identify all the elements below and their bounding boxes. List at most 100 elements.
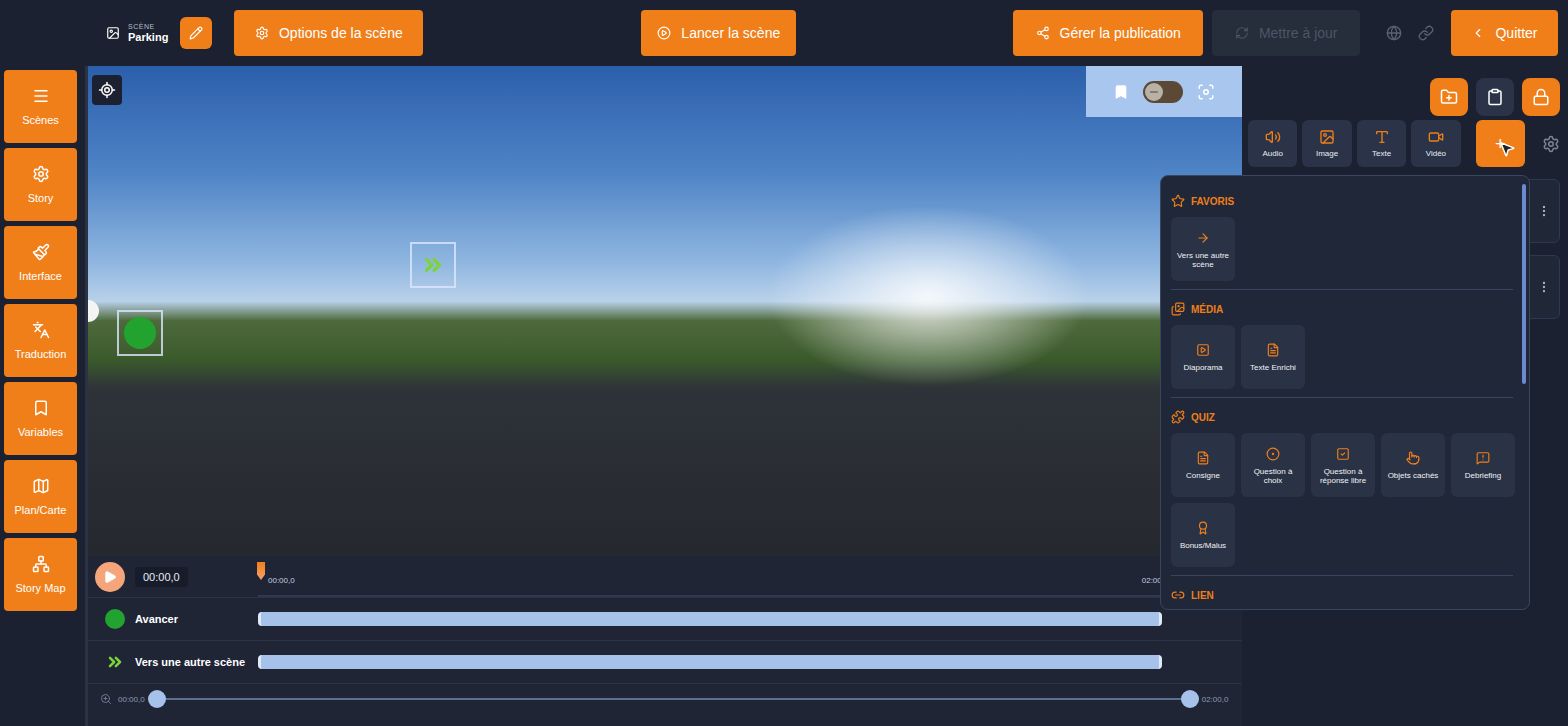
gear-icon xyxy=(1542,135,1560,153)
tile-icon xyxy=(1196,231,1210,245)
mouse-pointer-icon xyxy=(1498,140,1516,158)
cursor-icon xyxy=(1498,140,1516,158)
menu-tile[interactable]: Question à réponse libre xyxy=(1311,433,1375,497)
tile-icon xyxy=(1196,451,1210,465)
panorama-viewer[interactable] xyxy=(88,66,1242,556)
sidebar: ScènesStoryInterfaceTraductionVariablesP… xyxy=(0,66,88,726)
hotspot[interactable] xyxy=(410,242,456,288)
track-label[interactable]: Vers une autre scène xyxy=(88,652,258,672)
tool-icon-wrap xyxy=(1374,129,1390,145)
quit-button[interactable]: Quitter xyxy=(1451,10,1558,56)
tool-button[interactable]: Image xyxy=(1302,120,1351,167)
map-view-icon[interactable] xyxy=(1113,84,1129,100)
top-button[interactable]: Options de la scène xyxy=(234,10,423,56)
track-bar[interactable] xyxy=(258,655,1162,669)
play-button[interactable] xyxy=(95,562,125,592)
track-label[interactable]: Avancer xyxy=(88,609,258,629)
compass-button[interactable] xyxy=(92,75,122,105)
play-icon xyxy=(103,570,117,584)
menu-tile[interactable]: Vers une autre scène xyxy=(1171,217,1235,281)
chevron-left-icon xyxy=(1471,26,1485,40)
time-ruler[interactable]: 00:00,002:00, xyxy=(258,556,1162,597)
chevrons-right-icon xyxy=(105,652,125,672)
menu-tile[interactable]: Debriefing xyxy=(1451,433,1515,497)
tool-row: AudioImageTexteVidéo + xyxy=(1248,120,1560,167)
lock-button[interactable] xyxy=(1522,78,1560,116)
menu-tile[interactable]: Diaporama xyxy=(1171,325,1235,389)
edit-button[interactable] xyxy=(180,17,212,49)
timeline-track: Avancer xyxy=(88,598,1242,641)
top-bar: SCÈNEParking Options de la scène Lancer la… xyxy=(0,0,1568,66)
settings-button[interactable] xyxy=(1542,135,1560,153)
tile-icon xyxy=(1266,447,1280,461)
track-bar[interactable] xyxy=(258,612,1162,626)
compass-icon xyxy=(98,81,116,99)
switch-knob xyxy=(1145,83,1163,101)
menu-tile[interactable]: Question à choix xyxy=(1241,433,1305,497)
tool-icon xyxy=(1428,129,1444,145)
clipboard-button[interactable] xyxy=(1476,78,1514,116)
kebab-icon[interactable] xyxy=(1537,280,1551,294)
tile-icon xyxy=(1266,343,1280,357)
tool-icon-wrap xyxy=(1265,129,1281,145)
kebab-icon[interactable] xyxy=(1537,204,1551,218)
sidebar-item[interactable]: Variables xyxy=(4,382,77,455)
app-window: SCÈNEParking Options de la scène Lancer la… xyxy=(0,0,1568,726)
sidebar-item[interactable]: Story Map xyxy=(4,538,77,611)
view-switch[interactable] xyxy=(1143,81,1183,103)
top-button[interactable]: Lancer la scène xyxy=(641,10,796,56)
timeline-header: 00:00,000:00,002:00, xyxy=(88,556,1242,598)
tile-icon xyxy=(1476,451,1490,465)
tile-icon xyxy=(1406,451,1420,465)
clipboard-icon xyxy=(1486,88,1504,106)
sidebar-item[interactable]: Interface xyxy=(4,226,77,299)
section-title: QUIZ xyxy=(1171,410,1513,424)
menu-section: QUIZ ConsigneQuestion à choixQuestion à r… xyxy=(1171,404,1513,576)
edge-marker[interactable] xyxy=(88,300,99,322)
section-icon xyxy=(1171,194,1185,208)
menu-tile[interactable]: Objets cachés xyxy=(1381,433,1445,497)
sidebar-item[interactable]: Traduction xyxy=(4,304,77,377)
sidebar-item[interactable]: Story xyxy=(4,148,77,221)
section-title: FAVORIS xyxy=(1171,194,1513,208)
hotspot[interactable] xyxy=(117,310,163,356)
track-lane xyxy=(258,655,1162,669)
menu-tile[interactable]: Texte Enrichi xyxy=(1241,325,1305,389)
tool-button[interactable]: Audio xyxy=(1248,120,1297,167)
playhead[interactable] xyxy=(257,562,265,580)
zoom-slider[interactable] xyxy=(157,698,1190,700)
focus-icon[interactable] xyxy=(1197,83,1215,101)
section-icon xyxy=(1171,302,1185,316)
hotspot-dot xyxy=(124,317,156,349)
zoom-icon xyxy=(100,693,112,705)
image-icon xyxy=(106,26,120,40)
tool-button[interactable]: Texte xyxy=(1357,120,1406,167)
tile-icon xyxy=(1196,343,1210,357)
zoom-handle[interactable] xyxy=(1181,690,1199,708)
menu-tile[interactable]: Bonus/Malus xyxy=(1171,503,1235,567)
menu-tile[interactable]: Consigne xyxy=(1171,433,1235,497)
scene-title: SCÈNEParking xyxy=(128,23,168,44)
track-lane xyxy=(258,612,1162,626)
sidebar-item[interactable]: Plan/Carte xyxy=(4,460,77,533)
pencil-icon xyxy=(189,26,203,40)
sidebar-item-icon xyxy=(32,399,50,417)
add-folder-button[interactable] xyxy=(1430,78,1468,116)
tile-grid: DiaporamaTexte Enrichi xyxy=(1171,325,1513,389)
sidebar-item[interactable]: Scènes xyxy=(4,70,77,143)
ruler-start: 00:00,0 xyxy=(268,576,295,585)
chevrons-right-icon xyxy=(420,252,446,278)
globe-icon[interactable] xyxy=(1386,25,1402,41)
link-icon[interactable] xyxy=(1418,25,1434,41)
scene-caption: SCÈNE xyxy=(128,23,168,31)
lock-icon xyxy=(1532,88,1550,106)
zoom-handle[interactable] xyxy=(148,690,166,708)
menu-scrollbar[interactable] xyxy=(1522,184,1526,384)
button-icon xyxy=(1036,26,1050,40)
playback-controls: 00:00,0 xyxy=(88,562,258,592)
add-button[interactable]: + xyxy=(1476,120,1525,167)
view-toggle-panel xyxy=(1086,66,1242,117)
tool-button[interactable]: Vidéo xyxy=(1411,120,1460,167)
editor-center: 00:00,000:00,002:00,AvancerVers une autr… xyxy=(88,66,1242,726)
top-button[interactable]: Gérer la publication xyxy=(1013,10,1203,56)
